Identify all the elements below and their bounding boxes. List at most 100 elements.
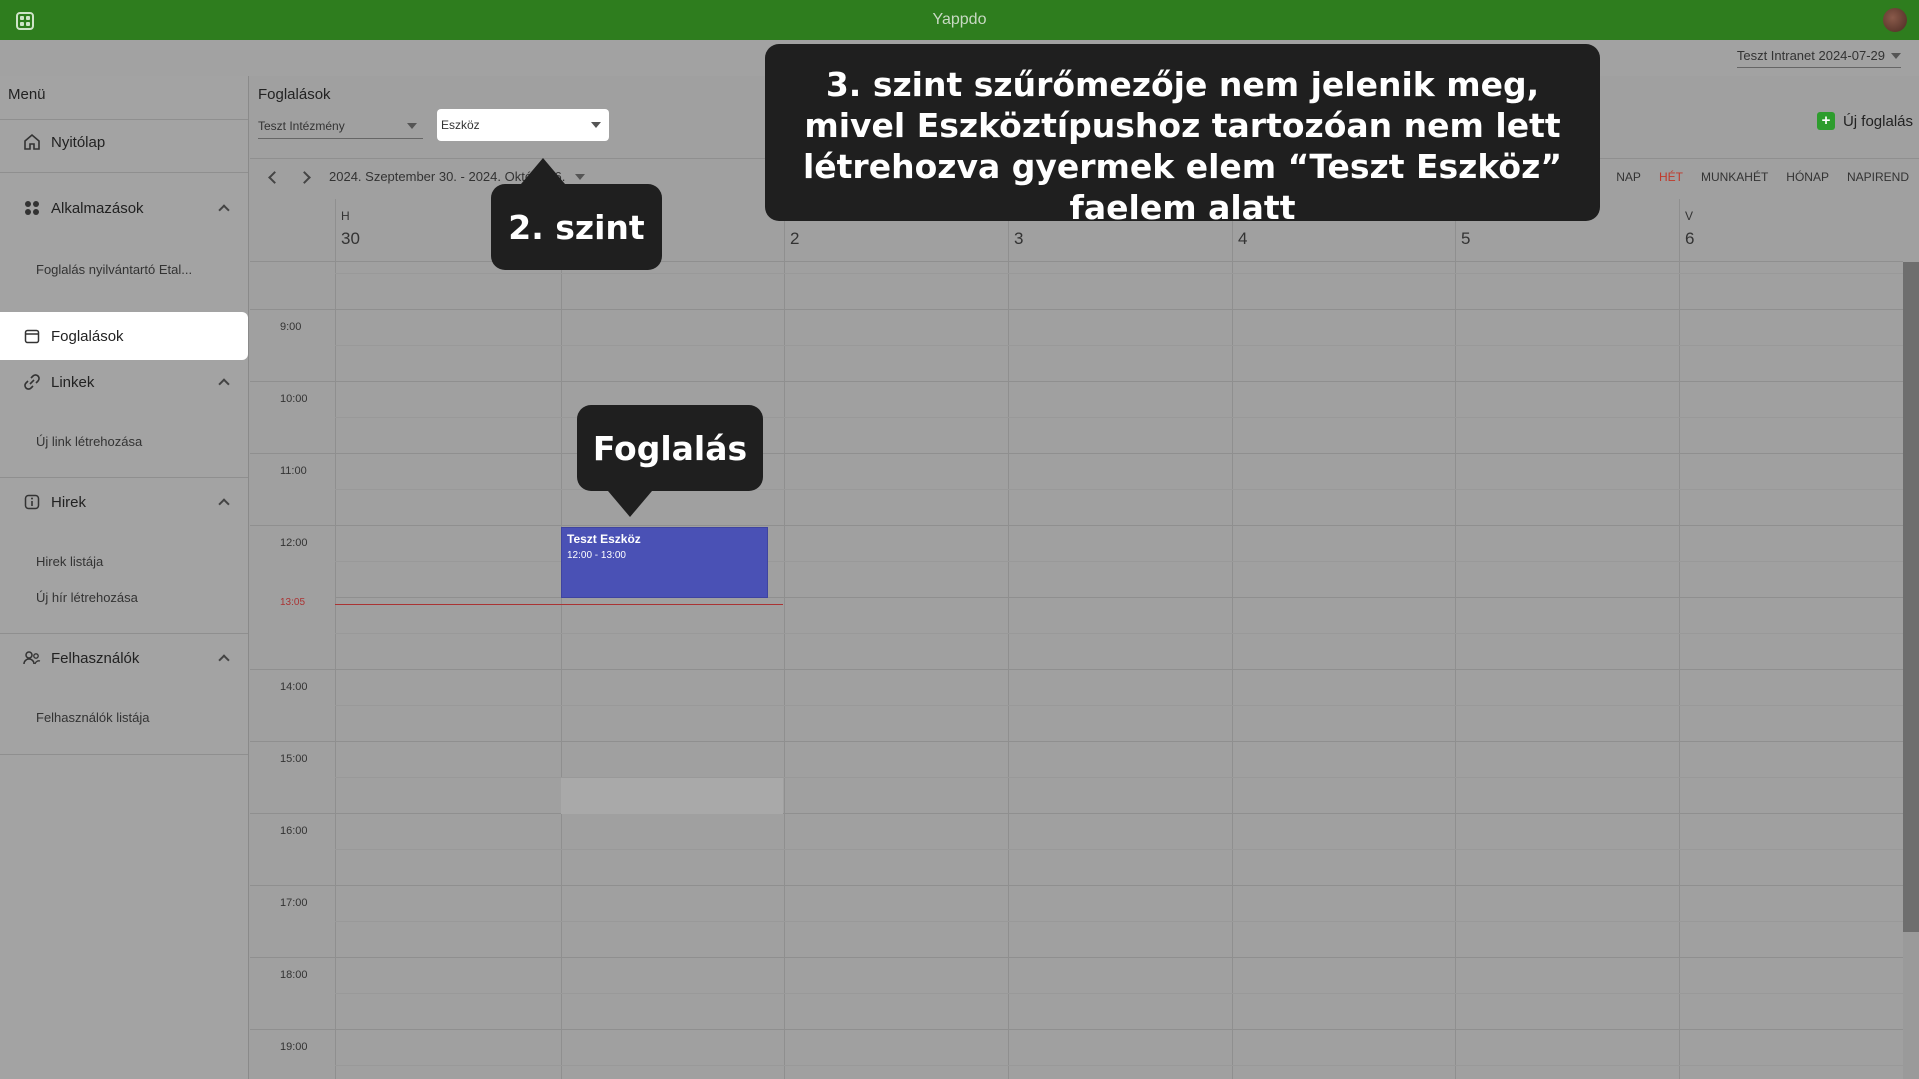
users-icon [23, 649, 41, 667]
sidebar-item-users[interactable]: Felhasználók [0, 638, 248, 678]
app-title: Yappdo [932, 11, 987, 28]
time-slot-line [335, 309, 1903, 310]
callout-arrow [608, 491, 652, 517]
institution-filter-value: Teszt Intézmény [258, 118, 345, 133]
sidebar-item-bookings[interactable]: Foglalások [0, 312, 248, 360]
time-slot-line [335, 741, 1903, 742]
time-slot-line [335, 525, 1903, 526]
time-slot-line [335, 885, 1903, 886]
calendar-icon [23, 327, 41, 345]
callout-text: Foglalás [592, 428, 748, 468]
time-slot-line [335, 273, 1903, 274]
sidebar-item-label: Linkek [51, 373, 95, 391]
sidebar-item-label: Hirek [51, 493, 87, 511]
day-number: 2 [790, 229, 800, 248]
view-day[interactable]: NAP [1616, 170, 1641, 184]
current-time-label: 13:05 [280, 597, 306, 608]
event-time: 12:00 - 13:00 [567, 550, 626, 561]
view-month[interactable]: HÓNAP [1786, 170, 1829, 184]
time-label: 11:00 [280, 465, 307, 477]
day-number: 6 [1685, 229, 1695, 248]
chevron-right-icon[interactable] [298, 171, 311, 184]
time-slot-line [335, 381, 1903, 382]
time-gutter-line [250, 957, 335, 958]
time-gutter-line [250, 669, 335, 670]
view-week[interactable]: HÉT [1659, 170, 1683, 184]
day-column-divider [561, 199, 562, 1079]
time-gutter-line [250, 741, 335, 742]
day-column-divider [1232, 199, 1233, 1079]
day-of-week: H [341, 209, 350, 223]
divider [0, 477, 248, 478]
apps-grid-icon[interactable] [16, 12, 34, 30]
time-label: 16:00 [280, 825, 308, 837]
chevron-up-icon[interactable] [218, 654, 230, 666]
divider [0, 754, 248, 755]
chevron-up-icon[interactable] [218, 378, 230, 390]
time-gutter-line [250, 309, 335, 310]
chevron-down-icon [1891, 52, 1901, 59]
time-slot-line [335, 705, 1903, 706]
day-number: 3 [1014, 229, 1024, 248]
view-switcher: A NAP HÉT MUNKAHÉT HÓNAP NAPIREND [1590, 170, 1909, 184]
sidebar-item-label: Alkalmazások [51, 199, 144, 217]
sidebar-item-label: Foglalások [51, 327, 124, 345]
top-bar: Yappdo [0, 0, 1919, 40]
view-agenda[interactable]: NAPIREND [1847, 170, 1909, 184]
sidebar-subitem-new-news[interactable]: Új hír létrehozása [36, 590, 138, 605]
menu-title: Menü [8, 86, 46, 103]
time-gutter-line [250, 525, 335, 526]
sidebar-subitem-users-list[interactable]: Felhasználók listája [36, 710, 149, 725]
current-time-line [335, 604, 783, 605]
scrollbar-thumb[interactable] [1903, 262, 1919, 932]
day-of-week: V [1685, 209, 1694, 223]
avatar[interactable] [1883, 8, 1907, 32]
time-label: 19:00 [280, 1041, 308, 1053]
time-label: 9:00 [280, 321, 302, 333]
booking-event[interactable]: Teszt Eszköz 12:00 - 13:00 [561, 527, 768, 598]
time-label: 12:00 [280, 537, 308, 549]
sidebar: Menü Nyitólap Alkalmazások Foglalás nyil… [0, 76, 249, 1079]
chevron-left-icon[interactable] [268, 171, 281, 184]
sidebar-subitem-new-link[interactable]: Új link létrehozása [36, 434, 142, 449]
time-gutter-line [250, 885, 335, 886]
time-slot-line [335, 489, 1903, 490]
plus-icon: + [1816, 112, 1835, 130]
time-slot-line [335, 345, 1903, 346]
annotation-callout-level3: 3. szint szűrőmezője nem jelenik meg, mi… [765, 44, 1600, 227]
sidebar-item-news[interactable]: Hirek [0, 482, 248, 522]
sidebar-item-applications[interactable]: Alkalmazások [0, 188, 248, 228]
day-header[interactable]: V6 [1679, 199, 1902, 261]
day-column-divider [335, 199, 336, 1079]
sidebar-subitem-news-list[interactable]: Hirek listája [36, 554, 103, 569]
sidebar-item-label: Felhasználók [51, 649, 140, 667]
sidebar-item-home[interactable]: Nyitólap [0, 122, 248, 162]
tenant-select[interactable]: Teszt Intranet 2024-07-29 [1736, 48, 1901, 68]
day-column-divider [1679, 199, 1680, 1079]
time-slot-line [335, 669, 1903, 670]
institution-filter[interactable]: Teszt Intézmény [258, 113, 423, 139]
time-gutter-line [250, 813, 335, 814]
callout-text: 2. szint [508, 207, 645, 247]
chevron-down-icon [591, 122, 601, 128]
tenant-label: Teszt Intranet 2024-07-29 [1736, 48, 1885, 63]
time-gutter-line [250, 453, 335, 454]
chevron-up-icon[interactable] [218, 204, 230, 216]
chevron-up-icon[interactable] [218, 498, 230, 510]
time-slot-line [335, 417, 1903, 418]
day-number: 4 [1238, 229, 1248, 248]
time-label: 15:00 [280, 753, 308, 765]
home-icon [23, 133, 41, 151]
view-workweek[interactable]: MUNKAHÉT [1701, 170, 1768, 184]
day-number: 5 [1461, 229, 1471, 248]
sidebar-subitem-booking-registry[interactable]: Foglalás nyilvántartó Etal... [36, 262, 192, 277]
time-gutter-line [250, 381, 335, 382]
time-label: 18:00 [280, 969, 308, 981]
device-filter[interactable]: Eszköz [437, 109, 609, 141]
time-slot-line [335, 957, 1903, 958]
sidebar-item-links[interactable]: Linkek [0, 362, 248, 402]
time-slot-line [335, 993, 1903, 994]
new-booking-button[interactable]: + Új foglalás [1816, 112, 1913, 130]
callout-arrow [521, 158, 565, 184]
divider [0, 172, 248, 173]
